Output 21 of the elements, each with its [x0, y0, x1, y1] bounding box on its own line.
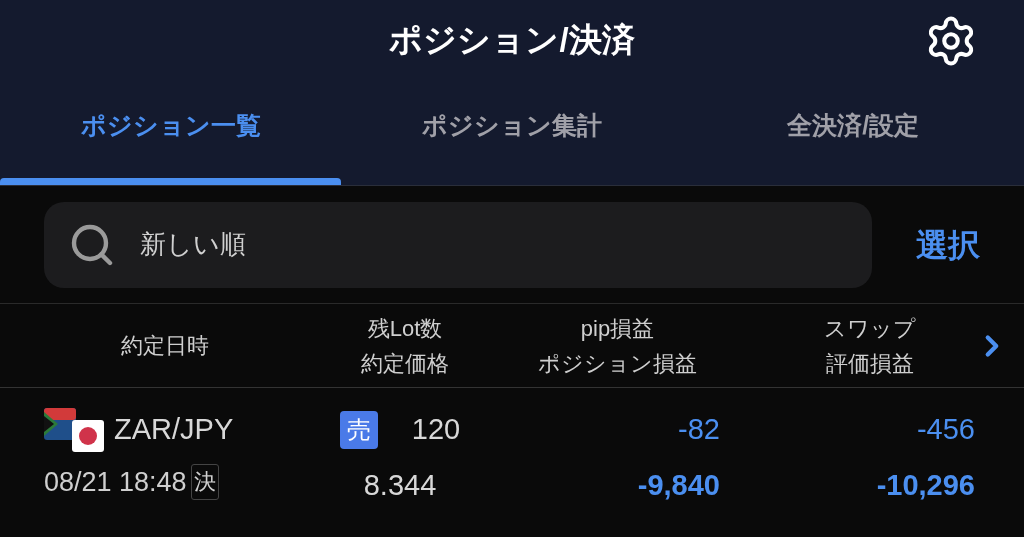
- window-title: ポジション/決済: [389, 20, 635, 61]
- lot-count: 120: [411, 412, 461, 447]
- column-header: スワップ 評価損益: [823, 314, 917, 378]
- swap-value: -456: [916, 412, 975, 447]
- position-profit-loss: -9,840: [637, 467, 720, 503]
- flags-icon: [44, 408, 106, 452]
- pip-profit-loss: -82: [678, 412, 720, 447]
- column-header: 残Lot数 約定価格: [360, 314, 450, 378]
- trade-price: 8.344: [363, 467, 437, 503]
- settle-mark: 決: [190, 464, 219, 501]
- valuation-profit-loss: -10,296: [876, 467, 975, 503]
- tab[interactable]: 全決済/設定: [682, 80, 1024, 185]
- column-header: 約定日時: [120, 332, 210, 360]
- search-field[interactable]: 新しい順: [44, 201, 872, 288]
- tab[interactable]: ポジション一覧: [0, 80, 342, 185]
- column-header: pip損益 ポジション損益: [537, 314, 698, 378]
- currency-pair: ZAR/JPY: [114, 412, 234, 448]
- select-button[interactable]: 選択: [916, 220, 980, 269]
- trade-datetime: 08/21 18:48: [44, 466, 187, 499]
- tab[interactable]: ポジション集計: [341, 80, 683, 185]
- sell-badge: 売: [339, 410, 378, 449]
